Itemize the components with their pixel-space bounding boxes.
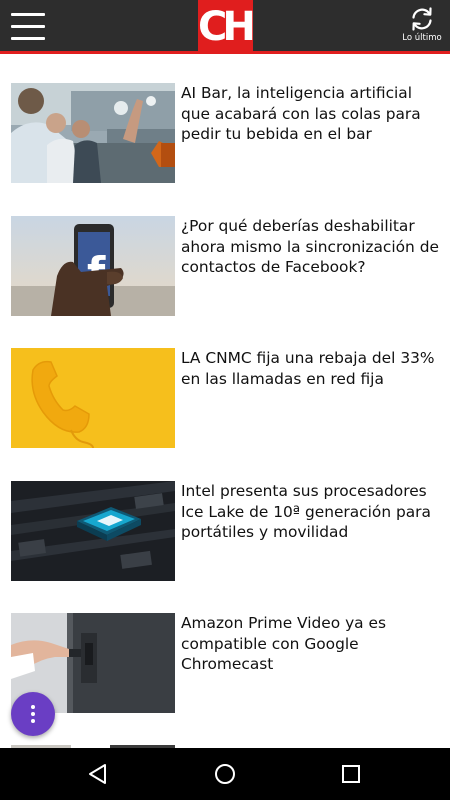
system-nav-bar [0, 748, 450, 800]
article-title[interactable]: LA CNMC fija una rebaja del 33% en las l… [181, 348, 443, 389]
article-card[interactable]: Amazon Prime Video ya es compatible con … [0, 613, 450, 715]
more-options-button[interactable] [11, 692, 55, 736]
article-title[interactable]: AI Bar, la inteligencia artificial que a… [181, 83, 443, 145]
article-card[interactable]: AI Bar, la inteligencia artificial que a… [0, 83, 450, 185]
back-button[interactable] [68, 748, 128, 800]
refresh-icon [412, 7, 432, 31]
back-icon [89, 764, 106, 784]
article-card[interactable]: f ¿Por qué deberías deshabilitar ahora m… [0, 216, 450, 318]
home-button[interactable] [195, 748, 255, 800]
article-thumbnail [11, 83, 175, 183]
article-thumbnail [11, 348, 175, 448]
hamburger-menu-icon[interactable] [11, 13, 45, 41]
home-icon [215, 764, 235, 784]
article-list: AI Bar, la inteligencia artificial que a… [0, 57, 450, 748]
article-title[interactable]: Intel presenta sus procesadores Ice Lake… [181, 481, 443, 543]
site-logo[interactable]: CH [198, 0, 256, 54]
recents-icon [342, 765, 360, 783]
article-thumbnail [11, 481, 175, 581]
article-card[interactable]: Intel presenta sus procesadores Ice Lake… [0, 481, 450, 583]
article-title[interactable]: Amazon Prime Video ya es compatible con … [181, 613, 443, 675]
app-header: CH Lo último [0, 0, 450, 54]
article-title[interactable]: ¿Por qué deberías deshabilitar ahora mis… [181, 216, 443, 278]
recents-button[interactable] [321, 748, 381, 800]
article-thumbnail: f [11, 216, 175, 316]
article-card[interactable]: LA CNMC fija una rebaja del 33% en las l… [0, 348, 450, 450]
refresh-button[interactable]: Lo último [398, 4, 446, 50]
refresh-label: Lo último [402, 33, 442, 43]
more-vert-icon [31, 705, 35, 709]
